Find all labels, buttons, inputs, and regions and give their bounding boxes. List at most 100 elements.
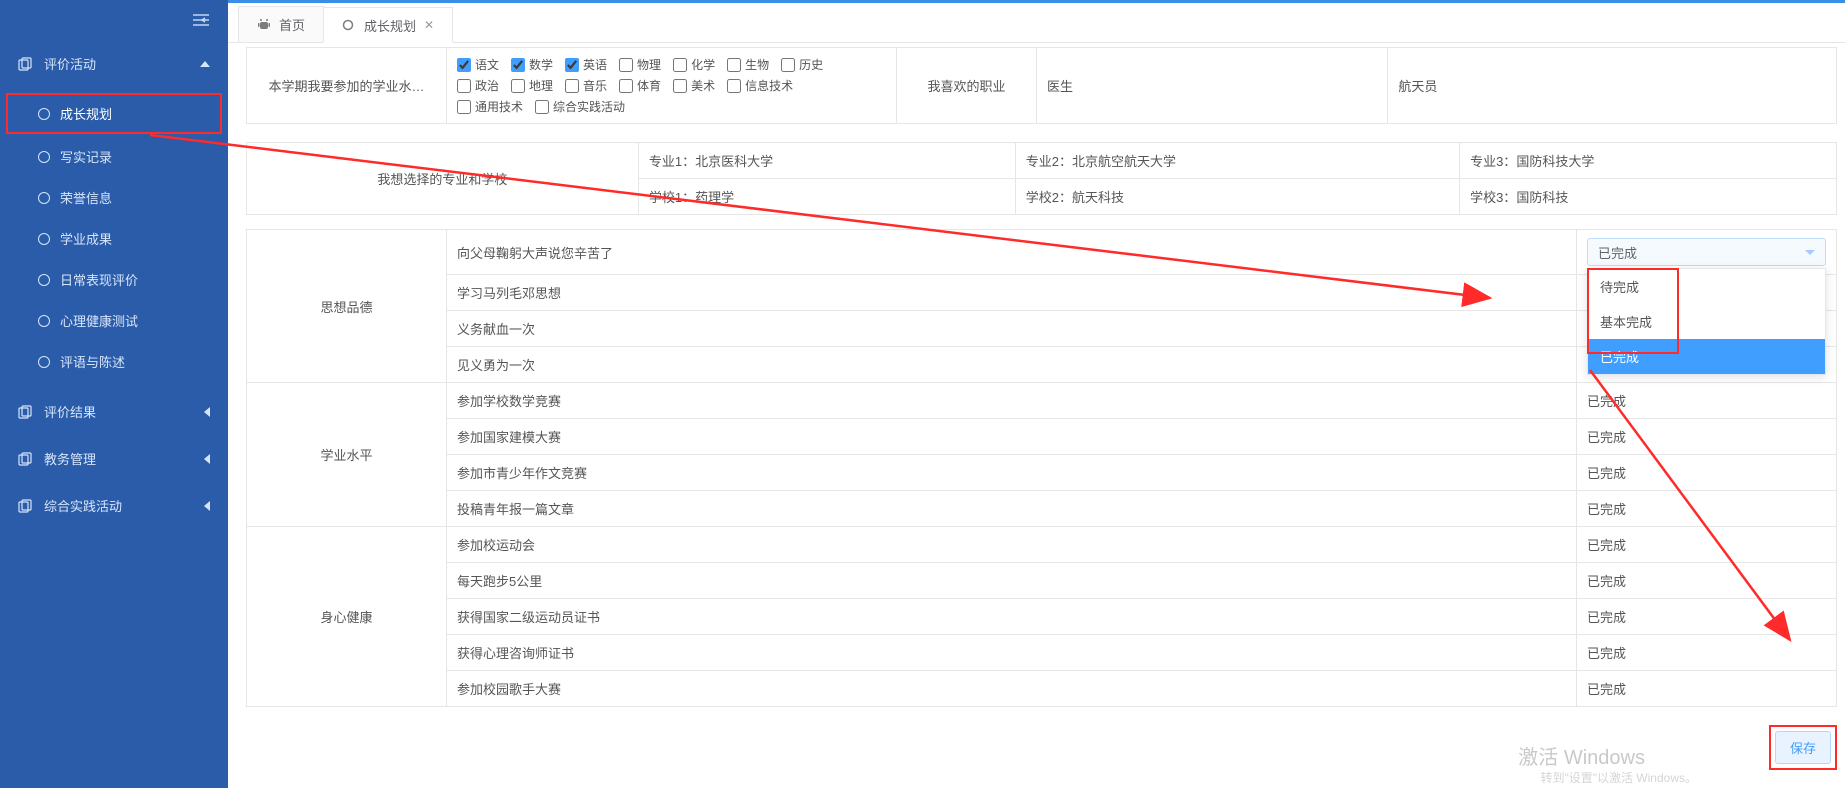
dropdown-option[interactable]: 基本完成 [1588,304,1825,339]
subject-checkbox[interactable]: 地理 [511,77,553,94]
subject-checkbox[interactable]: 通用技术 [457,98,523,115]
sidebar-item-label: 学业成果 [60,229,112,248]
chevron-down-icon [1805,250,1815,255]
status-cell: 已完成 [1577,563,1837,599]
group-header: 身心健康 [247,527,447,707]
close-icon[interactable]: ✕ [424,18,434,32]
subject-checkbox[interactable]: 英语 [565,56,607,73]
copy-icon [18,452,34,466]
tab-growth-plan[interactable]: 成长规划 ✕ [323,7,453,43]
career-value-1: 医生 [1037,48,1388,124]
dropdown-option[interactable]: 待完成 [1588,269,1825,304]
subjects-cell: 语文数学英语物理化学生物历史 政治地理音乐体育美术信息技术 通用技术综合实践活动 [447,48,897,124]
school-cell: 学校2：航天科技 [1015,179,1459,215]
subject-checkbox[interactable]: 信息技术 [727,77,793,94]
dropdown-option[interactable]: 已完成 [1588,339,1825,374]
sidebar-item-honor[interactable]: 荣誉信息 [0,177,228,218]
annotation-box: 保存 [1769,725,1837,770]
chevron-up-icon [200,61,210,67]
goal-text: 每天跑步5公里 [447,563,1577,599]
circle-icon [38,356,50,368]
sidebar: 评价活动 成长规划 写实记录 荣誉信息 学业成果 日常表现评价 心理健康测试 [0,0,228,788]
goals-table: 思想品德向父母鞠躬大声说您辛苦了已完成待完成基本完成已完成学习马列毛邓思想义务献… [246,229,1837,707]
tab-bar: 首页 成长规划 ✕ [228,3,1845,43]
menu-group-edu-admin[interactable]: 教务管理 [0,435,228,482]
chevron-left-icon [199,501,210,511]
subject-checkbox[interactable]: 数学 [511,56,553,73]
major-cell: 专业2：北京航空航天大学 [1015,143,1459,179]
circle-icon [342,19,356,31]
sidebar-item-label: 荣誉信息 [60,188,112,207]
goal-text: 参加国家建模大赛 [447,419,1577,455]
goal-text: 义务献血一次 [447,311,1577,347]
status-dropdown[interactable]: 已完成待完成基本完成已完成 [1587,238,1826,266]
tab-label: 成长规划 [364,16,416,35]
sidebar-item-growth-plan[interactable]: 成长规划 [6,93,222,134]
menu-group-evaluation-results[interactable]: 评价结果 [0,388,228,435]
table-row: 学业水平参加学校数学竞赛已完成 [247,383,1837,419]
circle-icon [38,151,50,163]
subject-checkbox[interactable]: 历史 [781,56,823,73]
sidebar-item-academic[interactable]: 学业成果 [0,218,228,259]
career-value-2: 航天员 [1388,48,1837,124]
subject-checkbox[interactable]: 物理 [619,56,661,73]
sidebar-item-comment[interactable]: 评语与陈述 [0,341,228,382]
goal-text: 获得心理咨询师证书 [447,635,1577,671]
goal-text: 学习马列毛邓思想 [447,275,1577,311]
status-cell: 已完成 [1577,599,1837,635]
status-cell: 已完成 [1577,419,1837,455]
dropdown-display[interactable]: 已完成 [1587,238,1826,266]
table-row: 参加国家建模大赛已完成 [247,419,1837,455]
dropdown-panel: 待完成基本完成已完成 [1587,268,1826,375]
menu-group-label: 综合实践活动 [44,496,122,515]
table-row: 每天跑步5公里已完成 [247,563,1837,599]
menu-group-label: 教务管理 [44,449,96,468]
menu-group-evaluation-activities[interactable]: 评价活动 [0,40,228,87]
school-cell: 学校1：药理学 [638,179,1015,215]
goal-text: 投稿青年报一篇文章 [447,491,1577,527]
school-cell: 学校3：国防科技 [1460,179,1837,215]
subject-checkbox[interactable]: 综合实践活动 [535,98,625,115]
tab-home[interactable]: 首页 [238,6,324,42]
subject-checkbox[interactable]: 体育 [619,77,661,94]
subject-checkbox[interactable]: 语文 [457,56,499,73]
table-row: 获得国家二级运动员证书已完成 [247,599,1837,635]
goal-text: 参加校园歌手大赛 [447,671,1577,707]
sidebar-item-psychology[interactable]: 心理健康测试 [0,300,228,341]
sidebar-item-daily[interactable]: 日常表现评价 [0,259,228,300]
sidebar-collapse-toggle[interactable] [0,0,228,40]
circle-icon [38,108,50,120]
table-row: 身心健康参加校运动会已完成 [247,527,1837,563]
subject-checkbox[interactable]: 化学 [673,56,715,73]
table-row: 参加校园歌手大赛已完成 [247,671,1837,707]
menu-group-practice[interactable]: 综合实践活动 [0,482,228,529]
chevron-left-icon [199,454,210,464]
subject-checkbox[interactable]: 生物 [727,56,769,73]
subject-checkbox[interactable]: 政治 [457,77,499,94]
chevron-left-icon [199,407,210,417]
sidebar-item-record[interactable]: 写实记录 [0,136,228,177]
save-button[interactable]: 保存 [1775,731,1831,764]
table-row: 获得心理咨询师证书已完成 [247,635,1837,671]
goal-text: 参加市青少年作文竞赛 [447,455,1577,491]
submenu-evaluation-activities: 成长规划 写实记录 荣誉信息 学业成果 日常表现评价 心理健康测试 评语与陈述 [0,87,228,388]
major-cell: 专业1：北京医科大学 [638,143,1015,179]
group-header: 学业水平 [247,383,447,527]
main-area: 首页 成长规划 ✕ 本学期我要参加的学业水… 语文数学英语物理化学生物历史 政治… [228,0,1845,788]
subject-checkbox[interactable]: 音乐 [565,77,607,94]
group-header: 思想品德 [247,230,447,383]
subject-checkbox[interactable]: 美术 [673,77,715,94]
circle-icon [38,315,50,327]
subjects-label: 本学期我要参加的学业水… [247,48,447,124]
circle-icon [38,233,50,245]
content-scroll[interactable]: 本学期我要参加的学业水… 语文数学英语物理化学生物历史 政治地理音乐体育美术信息… [228,43,1845,788]
table-row: 参加市青少年作文竞赛已完成 [247,455,1837,491]
copy-icon [18,57,34,71]
subjects-career-table: 本学期我要参加的学业水… 语文数学英语物理化学生物历史 政治地理音乐体育美术信息… [246,47,1837,124]
goal-text: 参加校运动会 [447,527,1577,563]
sidebar-item-label: 心理健康测试 [60,311,138,330]
circle-icon [38,274,50,286]
goal-text: 参加学校数学竞赛 [447,383,1577,419]
sidebar-item-label: 写实记录 [60,147,112,166]
goal-text: 向父母鞠躬大声说您辛苦了 [447,230,1577,275]
